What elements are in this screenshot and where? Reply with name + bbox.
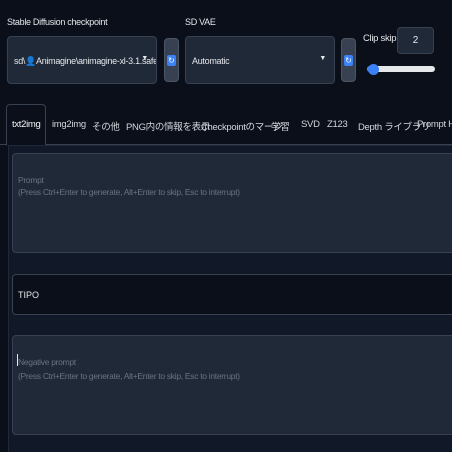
text-cursor — [17, 354, 18, 366]
webui-root: Stable Diffusion checkpoint sd\👤Animagin… — [0, 0, 452, 452]
negative-prompt-placeholder: Negative prompt — [18, 357, 76, 367]
tab-prompt-history[interactable]: Prompt History — [417, 119, 452, 130]
vae-refresh-button[interactable]: ↻ — [341, 38, 356, 82]
checkpoint-refresh-button[interactable]: ↻ — [164, 38, 179, 82]
tab-txt2img[interactable]: txt2img — [12, 119, 41, 130]
tab-svd[interactable]: SVD — [301, 119, 320, 130]
chevron-down-icon: ▼ — [319, 55, 326, 62]
vae-value: Automatic — [192, 56, 230, 66]
refresh-icon: ↻ — [344, 54, 353, 66]
prompt-textarea[interactable]: Prompt (Press Ctrl+Enter to generate, Al… — [12, 153, 452, 253]
clip-skip-slider-thumb[interactable] — [368, 63, 380, 75]
chevron-down-icon: ▼ — [141, 55, 148, 62]
vae-label: SD VAE — [185, 17, 216, 27]
tab-extras[interactable]: その他 — [92, 119, 120, 133]
checkpoint-select[interactable]: sd\👤Animagine\animagine-xl-3.1.safetenso… — [7, 36, 157, 84]
prompt-placeholder: Prompt — [18, 175, 44, 185]
checkpoint-label: Stable Diffusion checkpoint — [7, 17, 108, 27]
tab-checkpoint-merger[interactable]: Checkpointのマージ — [201, 119, 282, 133]
refresh-icon: ↻ — [167, 54, 176, 66]
clip-skip-label: Clip skip — [363, 33, 397, 44]
checkpoint-value: sd\👤Animagine\animagine-xl-3.1.safetenso… — [14, 56, 156, 66]
tipo-accordion[interactable]: TIPO — [12, 274, 452, 315]
vae-select[interactable]: Automatic ▼ — [185, 36, 335, 84]
negative-prompt-placeholder-hint: (Press Ctrl+Enter to generate, Alt+Enter… — [18, 371, 240, 381]
tab-img2img[interactable]: img2img — [52, 119, 86, 130]
tab-z123[interactable]: Z123 — [327, 119, 348, 130]
tipo-label: TIPO — [18, 290, 40, 300]
clip-skip-input[interactable]: 2 — [397, 27, 434, 54]
prompt-placeholder-hint: (Press Ctrl+Enter to generate, Alt+Enter… — [18, 187, 240, 197]
tab-train[interactable]: 学習 — [271, 119, 290, 133]
tab-png-info[interactable]: PNG内の情報を表示 — [126, 119, 210, 133]
negative-prompt-textarea[interactable]: Negative prompt (Press Ctrl+Enter to gen… — [12, 335, 452, 435]
